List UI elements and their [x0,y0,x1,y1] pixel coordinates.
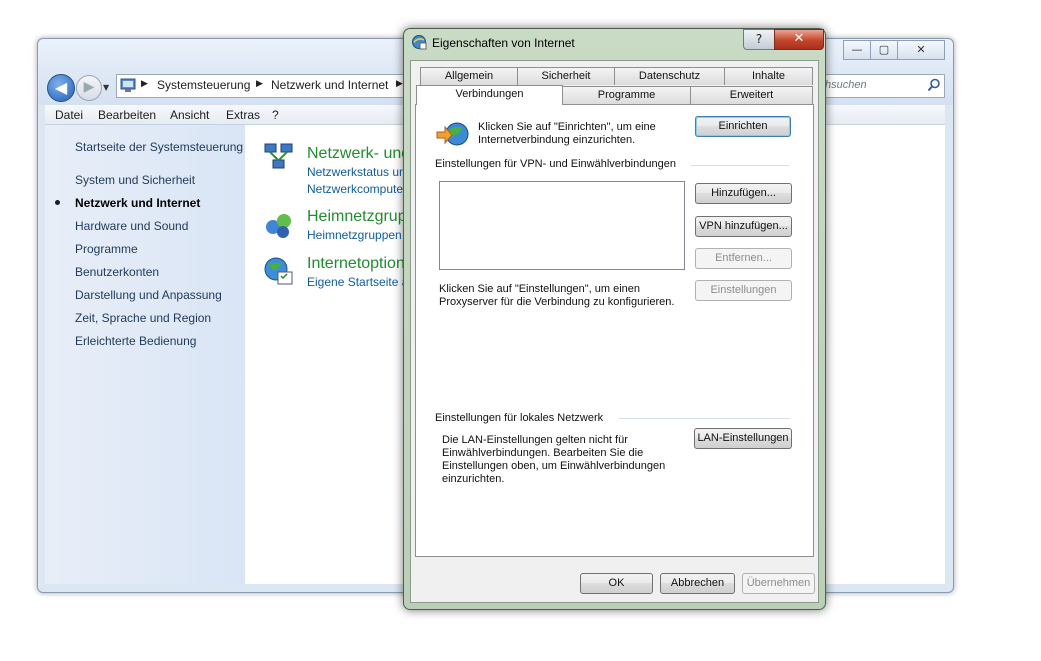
tab-programme[interactable]: Programme [562,86,691,104]
nav-programs[interactable]: Programme [75,242,138,256]
nav-appearance[interactable]: Darstellung und Anpassung [75,288,222,302]
navigation-pane: Startseite der Systemsteuerung System un… [45,125,245,584]
connection-wizard-icon [436,122,469,146]
vpn-group-label: Einstellungen für VPN- und Einwählverbin… [435,158,676,170]
entfernen-button[interactable]: Entfernen... [695,248,792,269]
search-input[interactable]: hsuchen [820,74,945,98]
dialog-title: Eigenschaften von Internet [432,36,575,50]
current-page-bullet-icon [55,200,60,205]
address-bar[interactable]: ▶ Systemsteuerung ▶ Netzwerk und Interne… [116,74,416,98]
internet-explorer-icon [412,35,427,50]
menu-extras[interactable]: Extras [226,108,260,122]
history-dropdown-icon[interactable]: ▼ [103,83,109,92]
setup-text-line2: Internetverbindung einzurichten. [478,134,636,146]
nav-clock-region[interactable]: Zeit, Sprache und Region [75,311,211,325]
breadcrumb-netzwerk[interactable]: Netzwerk und Internet [271,78,388,92]
network-icon [264,143,293,169]
menu-bearbeiten[interactable]: Bearbeiten [98,108,156,122]
setup-text-line1: Klicken Sie auf "Einrichten", um eine [478,121,656,133]
connections-tab-page: Klicken Sie auf "Einrichten", um eine In… [415,104,814,557]
back-arrow-icon[interactable]: ◀ [47,74,75,102]
internet-options-icon [264,257,293,285]
lan-einstellungen-button[interactable]: LAN-Einstellungen [694,428,792,449]
nav-system-security[interactable]: System und Sicherheit [75,173,195,187]
lan-text-line3: Einstellungen oben, um Einwählverbindung… [442,460,666,472]
link-homegroup[interactable]: Heimnetzgruppen [307,228,402,242]
control-panel-icon [120,78,136,92]
abbrechen-button[interactable]: Abbrechen [660,573,735,594]
einrichten-button[interactable]: Einrichten [695,116,791,137]
minimize-button[interactable]: — [843,40,871,60]
tab-verbindungen[interactable]: Verbindungen [416,85,563,105]
breadcrumb-separator-icon: ▶ [141,79,148,89]
help-button[interactable]: ? [743,29,775,50]
proxy-text-line1: Klicken Sie auf "Einstellungen", um eine… [439,283,641,295]
nav-ease-of-access[interactable]: Erleichterte Bedienung [75,334,196,348]
internet-properties-dialog: Eigenschaften von Internet ? ✕ Allgemein… [403,28,826,610]
lan-text-line1: Die LAN-Einstellungen gelten nicht für [442,434,628,446]
lan-text-line4: einzurichten. [442,473,505,485]
homegroup-icon [266,214,291,238]
close-button[interactable]: ✕ [774,29,824,50]
ok-button[interactable]: OK [580,573,653,594]
forward-arrow-icon[interactable]: ▶ [76,75,102,101]
vpn-hinzufuegen-button[interactable]: VPN hinzufügen... [695,216,792,237]
nav-network-internet[interactable]: Netzwerk und Internet [75,196,200,210]
lan-group-label: Einstellungen für lokales Netzwerk [435,412,604,424]
menu-ansicht[interactable]: Ansicht [170,108,209,122]
close-button[interactable]: ✕ [897,40,945,60]
category-homegroup-title[interactable]: Heimnetzgrupp [307,208,416,226]
einstellungen-button[interactable]: Einstellungen [695,280,792,301]
uebernehmen-button[interactable]: Übernehmen [742,573,815,594]
maximize-button[interactable]: ▢ [870,40,898,60]
proxy-text-line2: Proxyserver für die Verbindung zu konfig… [439,296,675,308]
nav-hardware-sound[interactable]: Hardware und Sound [75,219,188,233]
menu-help[interactable]: ? [272,108,279,122]
search-icon[interactable] [927,78,941,92]
link-network-computers[interactable]: Netzwerkcompute [307,182,403,196]
breadcrumb-separator-icon: ▶ [396,79,403,89]
tab-inhalte[interactable]: Inhalte [724,67,813,85]
link-home-page[interactable]: Eigene Startseite ä [307,275,408,289]
hinzufuegen-button[interactable]: Hinzufügen... [695,183,792,204]
tab-allgemein[interactable]: Allgemein [420,67,518,85]
breadcrumb-separator-icon: ▶ [256,79,263,89]
vpn-group-line [691,165,789,166]
lan-group-line [619,418,790,419]
tab-sicherheit[interactable]: Sicherheit [517,67,615,85]
lan-text-line2: Einwählverbindungen. Bearbeiten Sie die [442,447,644,459]
vpn-connections-list[interactable] [439,181,685,270]
dialog-body: Allgemein Sicherheit Datenschutz Inhalte… [410,60,819,603]
nav-user-accounts[interactable]: Benutzerkonten [75,265,159,279]
category-internet-options-title[interactable]: Internetoption [307,255,405,273]
tab-erweitert[interactable]: Erweitert [690,86,813,104]
category-network-title[interactable]: Netzwerk- und [307,145,410,163]
menu-datei[interactable]: Datei [55,108,83,122]
nav-home[interactable]: Startseite der Systemsteuerung [75,140,243,154]
breadcrumb-systemsteuerung[interactable]: Systemsteuerung [157,78,250,92]
link-network-status[interactable]: Netzwerkstatus und [307,165,412,179]
search-placeholder: hsuchen [825,79,867,91]
tab-datenschutz[interactable]: Datenschutz [614,67,725,85]
